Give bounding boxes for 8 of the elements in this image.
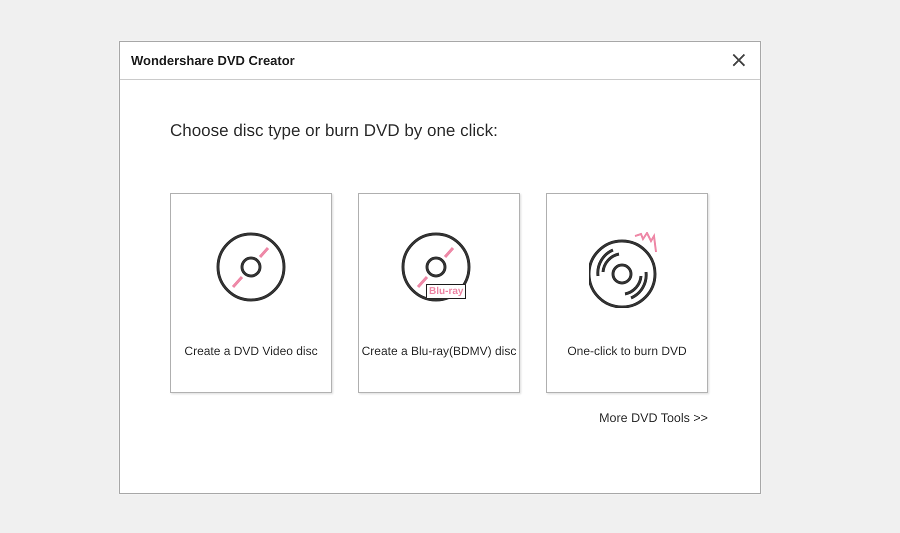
more-tools-link[interactable]: More DVD Tools >> [599, 411, 708, 425]
disc-icon [216, 232, 286, 302]
disc-option-card[interactable]: Blu-ray Create a Blu-ray(BDMV) disc [358, 193, 520, 393]
disc-option-card[interactable]: One-click to burn DVD [546, 193, 708, 393]
window-title: Wondershare DVD Creator [131, 53, 295, 68]
heading-text: Choose disc type or burn DVD by one click: [170, 121, 499, 141]
disc-option-card[interactable]: Create a DVD Video disc [170, 193, 332, 393]
close-button[interactable]: × [726, 48, 752, 73]
